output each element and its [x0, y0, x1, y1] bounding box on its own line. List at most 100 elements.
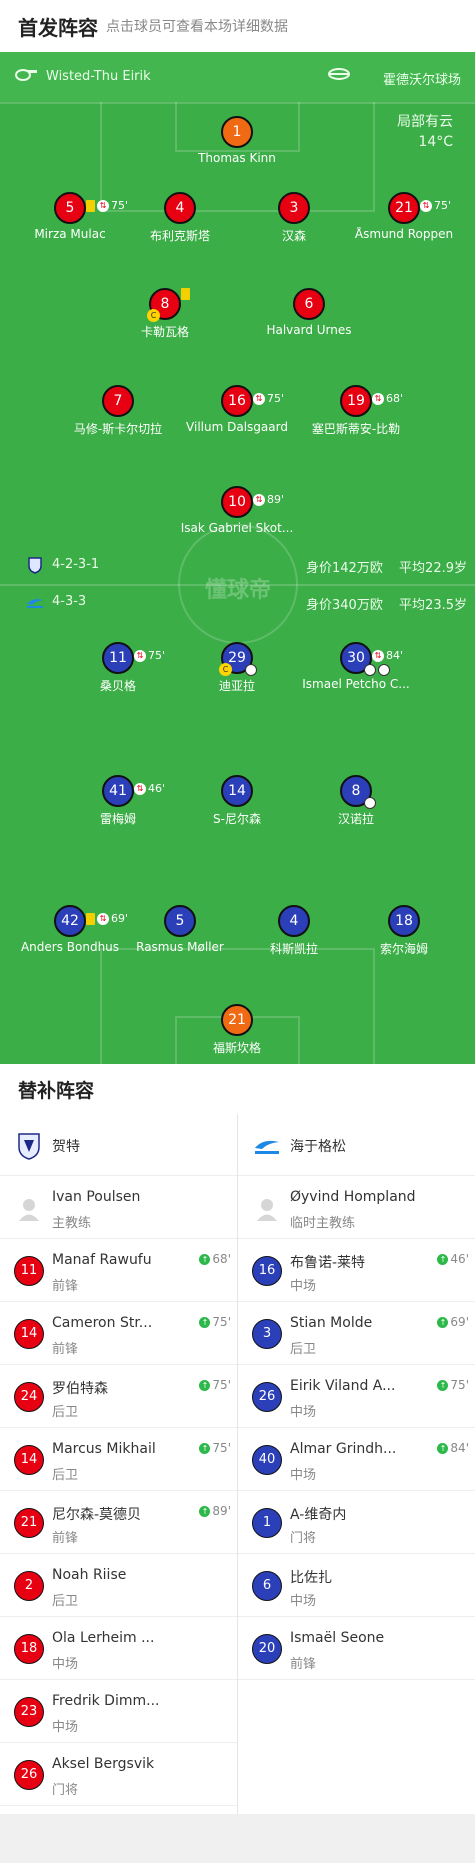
sub-in-minute: 75' — [450, 1378, 469, 1392]
player-events: ⇅ 75' — [253, 385, 284, 413]
captain-icon: C — [219, 663, 232, 676]
away-team-logo-icon — [255, 1140, 279, 1154]
goal-ball-icon — [364, 797, 376, 809]
player-events: ⇅ 75' — [420, 192, 451, 220]
substituted-out-icon: ⇅ — [372, 393, 384, 405]
sub-player-row[interactable]: 18 Ola Lerheim ... 中场 — [0, 1617, 237, 1680]
player-marker[interactable]: 8 C 卡勒瓦格 — [90, 288, 240, 340]
coach-row[interactable]: Øyvind Hompland 临时主教练 — [238, 1176, 475, 1239]
sub-name: Almar Grindh... — [290, 1441, 397, 1457]
player-name: 卡勒瓦格 — [140, 325, 189, 339]
sub-player-row[interactable]: 40 Almar Grindh... 中场 ↑ 84' — [238, 1428, 475, 1491]
sub-number: 2 — [14, 1571, 44, 1601]
sub-number: 14 — [14, 1319, 44, 1349]
sub-player-row[interactable]: 11 Manaf Rawufu 前锋 ↑ 68' — [0, 1239, 237, 1302]
player-marker[interactable]: 18 索尔海姆 — [329, 905, 475, 957]
coach-avatar-icon — [19, 1199, 39, 1221]
sub-player-row[interactable]: 16 布鲁诺-莱特 中场 ↑ 46' — [238, 1239, 475, 1302]
substituted-in-icon: ↑ — [437, 1379, 449, 1391]
sub-position: 中场 — [290, 1594, 317, 1609]
sub-number: 40 — [252, 1445, 282, 1475]
player-number: 4 — [278, 905, 310, 937]
player-marker[interactable]: 10 ⇅ 89' Isak Gabriel Skot... — [162, 486, 312, 535]
sub-player-row[interactable]: 3 Stian Molde 后卫 ↑ 69' — [238, 1302, 475, 1365]
sub-in-time: ↑ 75' — [199, 1315, 231, 1329]
sub-name: 布鲁诺-莱特 — [290, 1255, 366, 1271]
goal-ball-icon — [378, 664, 390, 676]
sub-player-row[interactable]: 20 Ismaël Seone 前锋 — [238, 1617, 475, 1680]
player-name: Ismael Petcho C... — [302, 677, 410, 691]
sub-player-row[interactable]: 1 A-维奇内 门将 — [238, 1491, 475, 1554]
player-number: 5 — [164, 905, 196, 937]
sub-in-time: ↑ 89' — [199, 1504, 231, 1518]
player-number: 21 ⇅ 75' — [388, 192, 451, 224]
player-marker[interactable]: 19 ⇅ 68' 塞巴斯蒂安-比勒 — [281, 385, 431, 437]
player-number: 3 — [278, 192, 310, 224]
sub-player-row[interactable]: 23 Fredrik Dimm... 中场 — [0, 1680, 237, 1743]
sub-player-row[interactable]: 26 Aksel Bergsvik 门将 — [0, 1743, 237, 1806]
player-number: 29 C — [219, 642, 257, 676]
player-events: ⇅ 68' — [372, 385, 403, 413]
player-name: Halvard Urnes — [266, 323, 352, 337]
player-number: 42 ⇅ 69' — [54, 905, 128, 937]
lineup-page: { "header": { "title": "首发阵容", "subtitle… — [0, 0, 475, 1863]
away-subs-header: 海于格松 — [238, 1114, 475, 1176]
sub-in-time: ↑ 75' — [199, 1441, 231, 1455]
player-marker[interactable]: 21 ⇅ 75' Åsmund Roppen — [329, 192, 475, 241]
coach-role: 临时主教练 — [290, 1216, 356, 1231]
sub-player-row[interactable]: 26 Eirik Viland A... 中场 ↑ 75' — [238, 1365, 475, 1428]
coach-avatar-icon — [257, 1199, 277, 1221]
player-marker[interactable]: 1 Thomas Kinn — [162, 116, 312, 165]
team-info-row: Wisted-Thu Eirik 霍德沃尔球场 — [0, 52, 475, 102]
sub-player-row[interactable]: 21 尼尔森-莫德贝 前锋 ↑ 89' — [0, 1491, 237, 1554]
venue-name: 霍德沃尔球场 — [382, 73, 461, 88]
sub-minute: 68' — [386, 392, 404, 405]
player-marker[interactable]: 6 Halvard Urnes — [234, 288, 384, 337]
player-marker[interactable]: 21 福斯坎格 — [162, 1004, 312, 1056]
sub-player-row[interactable]: 14 Cameron Str... 前锋 ↑ 75' — [0, 1302, 237, 1365]
player-name: 福斯坎格 — [212, 1041, 261, 1055]
sub-minute: 75' — [434, 199, 452, 212]
away-subs-column: 海于格松 Øyvind Hompland 临时主教练 16 布鲁诺-莱特 中场 ↑ 46' 3… — [238, 1114, 475, 1680]
player-marker[interactable]: 30 ⇅ 84' Ismael Petcho C... — [281, 642, 431, 691]
sub-in-minute: 84' — [450, 1441, 469, 1455]
substituted-in-icon: ↑ — [199, 1442, 211, 1454]
sub-position: 后卫 — [52, 1405, 79, 1420]
sub-name: Marcus Mikhail — [52, 1441, 156, 1457]
player-number: 19 ⇅ 68' — [340, 385, 403, 417]
player-number: 1 — [221, 116, 253, 148]
sub-position: 前锋 — [52, 1279, 79, 1294]
coach-name: Øyvind Hompland — [290, 1189, 416, 1205]
sub-number: 11 — [14, 1256, 44, 1286]
away-formation: 4-3-3 — [52, 594, 87, 609]
sub-player-row[interactable]: 14 Marcus Mikhail 后卫 ↑ 75' — [0, 1428, 237, 1491]
sub-name: Ola Lerheim ... — [52, 1630, 155, 1646]
subs-title: 替补阵容 — [18, 1080, 95, 1102]
substituted-in-icon: ↑ — [437, 1442, 449, 1454]
sub-player-row[interactable]: 24 罗伯特森 后卫 ↑ 75' — [0, 1365, 237, 1428]
whistle-icon — [15, 69, 37, 81]
player-number: 16 ⇅ 75' — [221, 385, 284, 417]
goal-ball-icon — [364, 664, 376, 676]
player-name: Åsmund Roppen — [354, 227, 454, 241]
sub-player-row[interactable]: 2 Noah Riise 后卫 — [0, 1554, 237, 1617]
weather: 局部有云 14°C — [397, 112, 453, 152]
sub-number: 14 — [14, 1445, 44, 1475]
player-name: 塞巴斯蒂安-比勒 — [311, 422, 401, 436]
coach-row[interactable]: Ivan Poulsen 主教练 — [0, 1176, 237, 1239]
sub-name: Stian Molde — [290, 1315, 373, 1331]
header: 首发阵容 点击球员可查看本场详细数据 — [0, 0, 475, 52]
substituted-out-icon: ⇅ — [420, 200, 432, 212]
sub-position: 门将 — [290, 1531, 317, 1546]
player-marker[interactable]: 8 汉诺拉 — [281, 775, 431, 827]
sub-player-row[interactable]: 6 比佐扎 中场 — [238, 1554, 475, 1617]
sub-in-minute: 68' — [212, 1252, 231, 1266]
home-average-age: 平均22.9岁 — [399, 561, 467, 576]
player-name: Thomas Kinn — [198, 151, 276, 165]
sub-in-time: ↑ 68' — [199, 1252, 231, 1266]
page-title: 首发阵容 — [18, 16, 98, 40]
sub-name: 罗伯特森 — [52, 1381, 108, 1397]
away-average-age: 平均23.5岁 — [399, 598, 467, 613]
sub-name: 比佐扎 — [290, 1570, 332, 1586]
page-subtitle: 点击球员可查看本场详细数据 — [106, 19, 288, 35]
